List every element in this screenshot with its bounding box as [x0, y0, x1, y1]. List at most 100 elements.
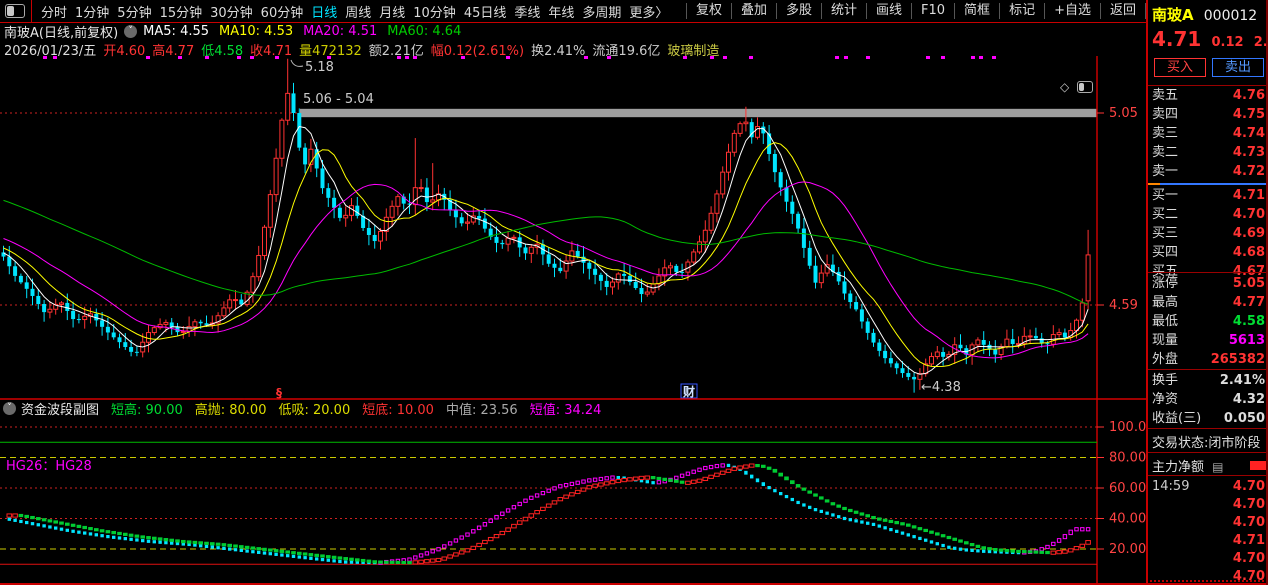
diamond-icon[interactable]: ◇	[1060, 80, 1069, 94]
menu-item-5[interactable]: 60分钟	[257, 2, 308, 21]
tool-menu-item-3[interactable]: 统计	[821, 3, 866, 19]
period-menu: 分时1分钟5分钟15分钟30分钟60分钟日线周线月线10分钟45日线季线年线多周…	[37, 2, 672, 21]
menu-item-11[interactable]: 季线	[510, 2, 544, 21]
pane-layout-icon-fill	[1079, 83, 1084, 91]
menu-item-4[interactable]: 30分钟	[206, 2, 257, 21]
ask-row-value: 4.76	[1233, 86, 1265, 105]
tick-row-0: 14:594.70	[1148, 477, 1268, 496]
tool-menu-item-4[interactable]: 画线	[866, 3, 911, 19]
bid-row-2[interactable]: 买三4.69	[1148, 224, 1268, 243]
bid-row-value: 4.68	[1233, 243, 1265, 262]
ma-values: MA5: 4.55MA10: 4.53MA20: 4.51MA60: 4.64	[143, 24, 471, 39]
menu-item-7[interactable]: 周线	[341, 2, 375, 21]
tool-menu-item-6[interactable]: 简框	[954, 3, 999, 19]
stat-row-label: 最低	[1152, 312, 1178, 331]
panel-divider	[1148, 428, 1268, 429]
ask-row-label: 卖三	[1152, 124, 1178, 143]
chart-title-line: 南玻A(日线,前复权) ˅ MA5: 4.55MA10: 4.53MA20: 4…	[4, 24, 471, 39]
bid-row-value: 4.71	[1233, 186, 1265, 205]
chart-annotation: ←4.38	[921, 380, 961, 395]
chart-layer[interactable]: 5.185.06 - 5.04←4.38§财5.054.59100.080.00…	[0, 0, 1146, 585]
bid-row-label: 买四	[1152, 243, 1178, 262]
bid-row-1[interactable]: 买二4.70	[1148, 205, 1268, 224]
tick-price: 4.71	[1233, 531, 1265, 550]
menu-item-2[interactable]: 5分钟	[113, 2, 155, 21]
tool-menu-item-0[interactable]: 复权	[686, 3, 731, 19]
tool-menu-item-9[interactable]: 返回	[1100, 3, 1146, 19]
stat-row-label: 现量	[1152, 331, 1178, 350]
menu-item-0[interactable]: 分时	[37, 2, 71, 21]
menu-item-9[interactable]: 10分钟	[409, 2, 460, 21]
ohlc-seg-1: 开4.60	[103, 40, 145, 54]
menu-item-10[interactable]: 45日线	[460, 2, 511, 21]
sub-param-2: 低吸: 20.00	[278, 399, 350, 418]
trade-status: 交易状态:闭市阶段	[1152, 432, 1268, 451]
sub-axis-label: 100.0	[1109, 420, 1146, 435]
buy-button[interactable]: 买入	[1154, 58, 1206, 77]
sub-indicator-params: 短高: 90.00高抛: 80.00低吸: 20.00短底: 10.00中值: …	[99, 399, 601, 418]
sell-button[interactable]: 卖出	[1212, 58, 1264, 77]
sub-indicator-title: 资金波段副图	[21, 399, 99, 418]
price-change: 0.12	[1212, 35, 1244, 50]
price-axis-label: 4.59	[1109, 298, 1138, 313]
stat-row-4: 外盘265382	[1148, 350, 1268, 369]
tool-menu-item-7[interactable]: 标记	[999, 3, 1044, 19]
window-layout-icon-fill	[7, 6, 14, 16]
menu-item-6[interactable]: 日线	[307, 2, 341, 21]
stat-row-1: 最高4.77	[1148, 293, 1268, 312]
sub-series-label: HG26：HG28	[6, 455, 92, 474]
stat-row-label: 最高	[1152, 293, 1178, 312]
dotted-divider	[1150, 580, 1268, 582]
chevron-down-icon[interactable]: ˅	[124, 25, 137, 38]
last-price: 4.71	[1152, 27, 1201, 51]
quote-header: 南玻A 000012 L	[1152, 4, 1268, 25]
toolbar: 分时1分钟5分钟15分钟30分钟60分钟日线周线月线10分钟45日线季线年线多周…	[0, 0, 1146, 23]
menu-item-14[interactable]: 更多〉	[625, 2, 672, 21]
menu-item-8[interactable]: 月线	[375, 2, 409, 21]
chevron-circle-icon[interactable]: ˅	[3, 402, 16, 415]
tool-menu-item-5[interactable]: F10	[911, 3, 954, 19]
chart-title: 南玻A(日线,前复权)	[4, 22, 118, 41]
menu-item-1[interactable]: 1分钟	[71, 2, 113, 21]
tool-menu-item-2[interactable]: 多股	[776, 3, 821, 19]
main-flow-row: 主力净额 ▤	[1152, 456, 1268, 475]
ask-row-1[interactable]: 卖四4.75	[1148, 105, 1268, 124]
sub-param-0: 短高: 90.00	[111, 399, 183, 418]
ohlc-seg-9: 流通19.6亿	[592, 40, 660, 54]
bid-row-0[interactable]: 买一4.71	[1148, 186, 1268, 205]
ohlc-seg-5: 量472132	[299, 40, 362, 54]
list-icon[interactable]: ▤	[1212, 460, 1223, 474]
sub-indicator-header: ˅ 资金波段副图 短高: 90.00高抛: 80.00低吸: 20.00短底: …	[3, 401, 601, 415]
ask-row-0[interactable]: 卖五4.76	[1148, 86, 1268, 105]
menu-item-13[interactable]: 多周期	[578, 2, 625, 21]
stat-row-value: 265382	[1211, 350, 1265, 369]
stat-row-value: 5613	[1229, 331, 1265, 350]
ohlc-seg-4: 收4.71	[250, 40, 292, 54]
window-layout-icon[interactable]	[5, 4, 25, 18]
tools-menu: 复权叠加多股统计画线F10简框标记+自选返回	[686, 0, 1146, 22]
chart-marker: 财	[682, 384, 695, 399]
ohlc-seg-3: 低4.58	[201, 40, 243, 54]
ask-row-label: 卖一	[1152, 162, 1178, 181]
ask-row-2[interactable]: 卖三4.74	[1148, 124, 1268, 143]
price-level-marker	[1148, 183, 1160, 185]
ask-row-value: 4.73	[1233, 143, 1265, 162]
tool-menu-item-1[interactable]: 叠加	[731, 3, 776, 19]
toolbar-separator	[31, 0, 32, 22]
ask-row-3[interactable]: 卖二4.73	[1148, 143, 1268, 162]
tool-menu-item-8[interactable]: +自选	[1044, 3, 1100, 19]
pane-layout-icon[interactable]	[1077, 81, 1093, 93]
sub-param-4: 中值: 23.56	[446, 399, 518, 418]
menu-item-12[interactable]: 年线	[544, 2, 578, 21]
sub-param-5: 短值: 34.24	[530, 399, 602, 418]
stock-code: 000012	[1204, 8, 1257, 24]
stat2-row-0: 换手2.41%	[1148, 371, 1268, 390]
tick-price: 4.70	[1233, 495, 1265, 514]
tick-row-1: 4.70	[1148, 495, 1268, 514]
tick-row-4: 4.70	[1148, 549, 1268, 568]
ask-row-4[interactable]: 卖一4.72	[1148, 162, 1268, 181]
price-axis-label: 5.05	[1109, 106, 1138, 121]
bid-row-3[interactable]: 买四 4.68	[1148, 243, 1268, 262]
panel-divider	[1148, 452, 1268, 453]
menu-item-3[interactable]: 15分钟	[156, 2, 207, 21]
